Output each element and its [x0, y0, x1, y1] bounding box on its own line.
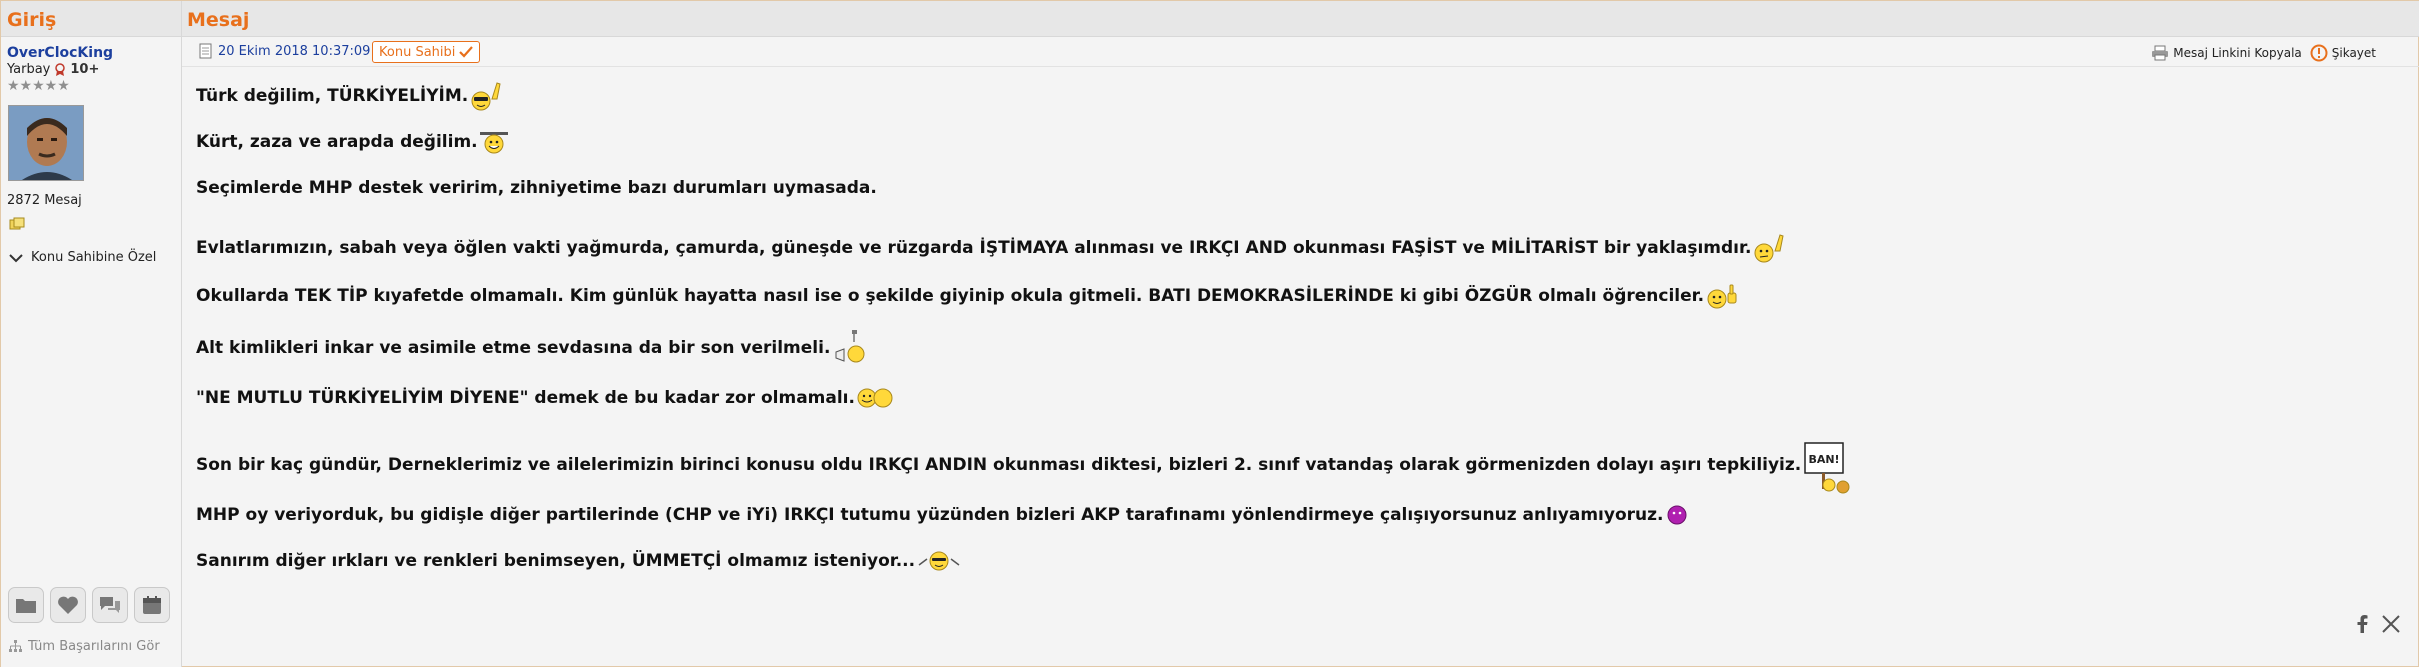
post-line-text: Kürt, zaza ve arapda değilim.	[196, 132, 478, 152]
social-share	[2356, 615, 2400, 633]
post-line: Son bir kaç gündür, Derneklerimiz ve ail…	[196, 435, 1857, 495]
post-date-text: 20 Ekim 2018 10:37:09	[218, 43, 371, 59]
rank-level: 10+	[70, 62, 100, 77]
post-line: Seçimlerde MHP destek veririm, zihniyeti…	[196, 178, 877, 198]
heart-icon	[58, 596, 78, 614]
post-line-text: Alt kimlikleri inkar ve asimile etme sev…	[196, 338, 831, 358]
message-content: 20 Ekim 2018 10:37:09 Konu Sahibi Mesaj …	[182, 37, 2419, 667]
two-smileys-icon	[857, 388, 893, 408]
chat-bubbles-icon	[100, 597, 120, 613]
complaint-label: Şikayet	[2331, 46, 2376, 60]
post-line: "NE MUTLU TÜRKİYELİYİM DİYENE" demek de …	[196, 385, 897, 411]
post-meta-bar: 20 Ekim 2018 10:37:09 Konu Sahibi Mesaj …	[182, 37, 2419, 67]
x-twitter-icon[interactable]	[2382, 615, 2400, 633]
document-icon	[199, 43, 212, 59]
message-column-title: Mesaj	[187, 9, 250, 31]
owner-special-label: Konu Sahibine Özel	[31, 250, 157, 265]
checkmark-icon	[459, 46, 474, 58]
warning-circle-icon	[2310, 44, 2328, 62]
copy-link-button[interactable]: Mesaj Linkini Kopyala	[2151, 45, 2302, 61]
post-line-text: Son bir kaç gündür, Derneklerimiz ve ail…	[196, 455, 1802, 475]
ban-sign-text: BAN!	[1809, 453, 1840, 466]
post-line-text: MHP oy veriyorduk, bu gidişle diğer part…	[196, 505, 1664, 525]
folder-icon	[16, 599, 36, 613]
chevron-down-icon	[9, 253, 23, 262]
grin-smiley-icon	[479, 132, 508, 154]
post-line: Okullarda TEK TİP kıyafetde olmamalı. Ki…	[196, 281, 1740, 311]
achievements-label: Tüm Başarılarını Gör	[28, 639, 160, 654]
post-line: Türk değilim, TÜRKİYELİYİM.	[196, 79, 506, 113]
post-line-text: Okullarda TEK TİP kıyafetde olmamalı. Ki…	[196, 286, 1705, 306]
messages-button[interactable]	[92, 587, 128, 623]
calendar-button[interactable]	[134, 587, 170, 623]
post-actions: Mesaj Linkini Kopyala Şikayet	[2151, 44, 2376, 62]
post-line-text: Türk değilim, TÜRKİYELİYİM.	[196, 86, 469, 106]
rank-label: Yarbay	[7, 62, 51, 77]
message-count: 2872 Mesaj	[7, 193, 82, 208]
post-line-text: Seçimlerde MHP destek veririm, zihniyeti…	[196, 178, 877, 198]
author-sidebar: OverClocKing Yarbay 10+ ★★★★★ 2872 Mesaj	[1, 37, 181, 667]
post-frame: Giriş Mesaj OverClocKing Yarbay 10+ ★★★★…	[0, 0, 2419, 667]
ban-sign-smiley-icon: BAN!	[1804, 442, 1850, 494]
complaint-button[interactable]: Şikayet	[2310, 44, 2376, 62]
medal-icon	[55, 62, 66, 76]
author-column-title: Giriş	[7, 9, 57, 31]
cool-smiley-icon	[471, 82, 501, 111]
owner-tag: Konu Sahibi	[372, 41, 481, 63]
post-line: Alt kimlikleri inkar ve asimile etme sev…	[196, 328, 872, 368]
printer-icon	[2152, 45, 2169, 61]
avatar[interactable]	[8, 105, 84, 181]
copy-link-label: Mesaj Linkini Kopyala	[2173, 46, 2302, 60]
like-button[interactable]	[50, 587, 86, 623]
rank-stars: ★★★★★	[7, 78, 70, 94]
author-rank: Yarbay 10+	[7, 62, 99, 77]
achievements-link[interactable]: Tüm Başarılarını Gör	[9, 639, 160, 654]
post-date[interactable]: 20 Ekim 2018 10:37:09	[199, 43, 370, 59]
waving-smiley-icon	[918, 551, 960, 571]
calendar-icon	[143, 596, 161, 614]
post-line: Evlatlarımızın, sabah veya öğlen vakti y…	[196, 231, 1789, 265]
folder-button[interactable]	[8, 587, 44, 623]
facebook-icon[interactable]	[2356, 615, 2368, 633]
badge-icon[interactable]	[9, 217, 25, 231]
thinking-smiley-icon	[1754, 234, 1784, 263]
post-line-text: "NE MUTLU TÜRKİYELİYİM DİYENE" demek de …	[196, 388, 855, 408]
post-line: MHP oy veriyorduk, bu gidişle diğer part…	[196, 502, 1691, 528]
owner-tag-label: Konu Sahibi	[379, 44, 456, 60]
owner-special-toggle[interactable]: Konu Sahibine Özel	[9, 250, 156, 265]
speaker-smiley-icon	[835, 330, 865, 363]
author-username-link[interactable]: OverClocKing	[7, 45, 113, 61]
purple-smiley-icon	[1667, 505, 1687, 525]
post-line: Sanırım diğer ırkları ve renkleri benims…	[196, 547, 961, 575]
thumbs-up-smiley-icon	[1707, 284, 1737, 309]
post-line-text: Evlatlarımızın, sabah veya öğlen vakti y…	[196, 238, 1752, 258]
post-header-row: Giriş Mesaj	[1, 1, 2419, 37]
post-line: Kürt, zaza ve arapda değilim.	[196, 128, 510, 156]
profile-action-buttons	[8, 587, 170, 623]
sitemap-icon	[9, 640, 22, 652]
post-line-text: Sanırım diğer ırkları ve renkleri benims…	[196, 551, 916, 571]
avatar-image	[9, 106, 83, 180]
